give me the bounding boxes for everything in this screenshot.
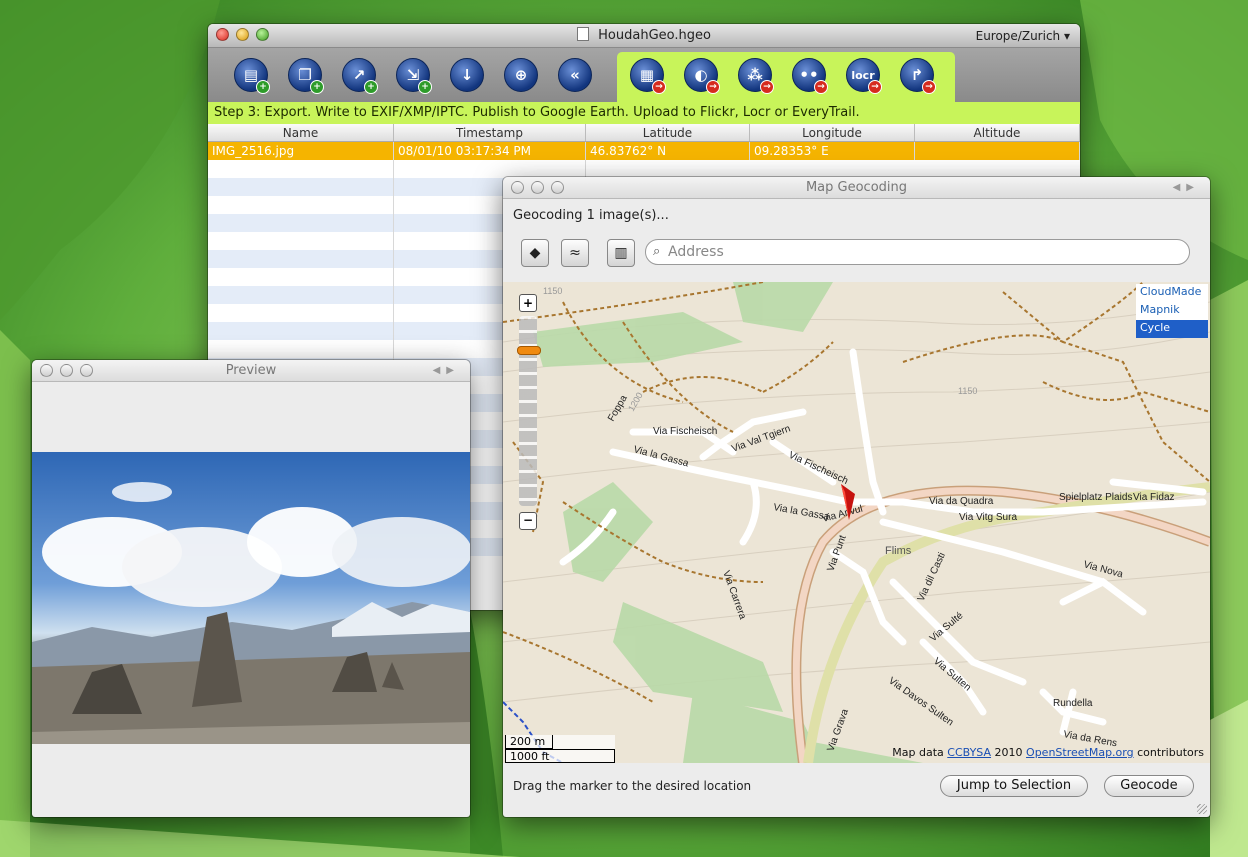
rewind-icon[interactable]: «: [558, 58, 592, 92]
attribution-suffix: contributors: [1137, 746, 1204, 759]
place-label: Flims: [885, 545, 912, 557]
column-timestamp[interactable]: Timestamp: [394, 124, 586, 141]
cell-longitude: 09.28353° E: [750, 142, 915, 160]
step-instruction: Step 3: Export. Write to EXIF/XMP/IPTC. …: [208, 102, 1080, 124]
map-view[interactable]: Via Fischeisch Via Val Tgiern Via la Gas…: [503, 282, 1210, 763]
osm-link[interactable]: OpenStreetMap.org: [1026, 746, 1134, 759]
share-upload-icon[interactable]: •• →: [792, 58, 828, 94]
geocode-button[interactable]: Geocode: [1104, 775, 1194, 797]
window-title: HoudahGeo.hgeo: [598, 28, 711, 43]
preview-photo: [32, 452, 470, 744]
cell-timestamp: 08/01/10 03:17:34 PM: [394, 142, 586, 160]
cell-latitude: 46.83762° N: [586, 142, 750, 160]
street-label: Rundella: [1053, 698, 1093, 709]
attribution-prefix: Map data: [892, 746, 944, 759]
map-geocoding-window: Map Geocoding ◀▶ Geocoding 1 image(s)...…: [503, 177, 1210, 817]
map-attribution: Map data CCBYSA 2010 OpenStreetMap.org c…: [892, 746, 1204, 759]
layer-option[interactable]: CloudMade: [1136, 284, 1208, 302]
document-icon: [577, 27, 590, 41]
place-label: Spielplatz Plaids: [1059, 492, 1132, 503]
geocode-target-icon[interactable]: ⊕: [504, 58, 538, 92]
nav-arrows-icon[interactable]: ◀▶: [433, 360, 460, 382]
map-toolbar: ◆ ≈ ▥ ⌕ Address: [503, 233, 1210, 275]
nav-arrows-icon[interactable]: ◀▶: [1173, 177, 1200, 199]
google-earth-icon[interactable]: ◐ →: [684, 58, 720, 94]
timezone-popup[interactable]: Europe/Zurich ▾: [976, 24, 1070, 48]
load-catalog-icon[interactable]: ❐ +: [288, 58, 324, 94]
download-icon[interactable]: ↓: [450, 58, 484, 92]
zoom-button[interactable]: [80, 364, 93, 377]
window-title: Preview: [225, 363, 277, 378]
attribution-year: 2010: [994, 746, 1023, 759]
zoom-button[interactable]: [256, 28, 269, 41]
zoom-track: [519, 316, 537, 506]
address-search-field[interactable]: ⌕ Address: [645, 239, 1190, 265]
close-button[interactable]: [216, 28, 229, 41]
column-latitude[interactable]: Latitude: [586, 124, 750, 141]
map-canvas: Via Fischeisch Via Val Tgiern Via la Gas…: [503, 282, 1210, 763]
minimize-button[interactable]: [531, 181, 544, 194]
preview-window: Preview ◀▶: [32, 360, 470, 817]
street-label: Via Fischeisch: [653, 426, 717, 437]
locr-icon[interactable]: locr →: [846, 58, 882, 94]
main-titlebar[interactable]: HoudahGeo.hgeo Europe/Zurich ▾: [208, 24, 1080, 48]
street-label: Via Vitg Sura: [959, 512, 1017, 523]
load-track-icon[interactable]: ↗ +: [342, 58, 378, 94]
map-book-icon[interactable]: ▥: [607, 239, 635, 267]
main-toolbar: ▤ + ❐ + ↗ + ⇲ + ↓ ⊕ « ▦ → ◐ → ⁂ → •• → locr → ↱ →: [208, 48, 1080, 102]
close-button[interactable]: [511, 181, 524, 194]
layer-option[interactable]: Mapnik: [1136, 302, 1208, 320]
load-images-icon[interactable]: ▤ +: [234, 58, 270, 94]
window-title: Map Geocoding: [805, 180, 908, 195]
resize-grip-icon[interactable]: [1197, 804, 1207, 814]
window-controls: [216, 28, 269, 41]
drag-hint: Drag the marker to the desired location: [513, 779, 752, 793]
layer-option-selected[interactable]: Cycle: [1136, 320, 1208, 338]
cell-altitude: [915, 142, 1080, 160]
preview-titlebar[interactable]: Preview ◀▶: [32, 360, 470, 382]
load-gps-icon[interactable]: ⇲ +: [396, 58, 432, 94]
contour-label: 1150: [958, 386, 977, 396]
jump-to-selection-button[interactable]: Jump to Selection: [940, 775, 1088, 797]
close-button[interactable]: [40, 364, 53, 377]
locr-label: locr: [851, 68, 875, 82]
contour-label: 1150: [543, 286, 562, 296]
street-label: Via da Quadra: [929, 496, 994, 507]
map-footer: Drag the marker to the desired location …: [503, 763, 1210, 817]
license-link[interactable]: CCBYSA: [947, 746, 991, 759]
window-controls: [40, 364, 93, 377]
flickr-upload-icon[interactable]: ⁂ →: [738, 58, 774, 94]
window-controls: [511, 181, 564, 194]
zoom-button[interactable]: [551, 181, 564, 194]
zoom-thumb[interactable]: [517, 346, 541, 355]
timezone-label: Europe/Zurich: [975, 29, 1061, 43]
geocoding-status: Geocoding 1 image(s)...: [513, 208, 669, 223]
scale-imperial: 1000 ft: [505, 749, 615, 763]
track-icon[interactable]: ≈: [561, 239, 589, 267]
write-exif-icon[interactable]: ▦ →: [630, 58, 666, 94]
scale-metric: 200 m: [505, 735, 553, 749]
minimize-button[interactable]: [236, 28, 249, 41]
column-name[interactable]: Name: [208, 124, 394, 141]
zoom-out-button[interactable]: −: [519, 512, 537, 530]
column-longitude[interactable]: Longitude: [750, 124, 915, 141]
tag-icon[interactable]: ◆: [521, 239, 549, 267]
table-row[interactable]: IMG_2516.jpg 08/01/10 03:17:34 PM 46.837…: [208, 142, 1080, 160]
table-header: Name Timestamp Latitude Longitude Altitu…: [208, 124, 1080, 142]
minimize-button[interactable]: [60, 364, 73, 377]
search-placeholder: Address: [668, 244, 724, 260]
zoom-in-button[interactable]: +: [519, 294, 537, 312]
map-layer-switcher: CloudMade Mapnik Cycle: [1136, 284, 1208, 338]
map-scale: 200 m 1000 ft: [505, 735, 615, 763]
street-label: Via Fidaz: [1133, 492, 1175, 503]
search-icon: ⌕: [653, 244, 661, 259]
column-altitude[interactable]: Altitude: [915, 124, 1080, 141]
zoom-slider[interactable]: + −: [517, 294, 545, 534]
everytrail-icon[interactable]: ↱ →: [900, 58, 936, 94]
map-titlebar[interactable]: Map Geocoding ◀▶: [503, 177, 1210, 199]
cell-name: IMG_2516.jpg: [208, 142, 394, 160]
